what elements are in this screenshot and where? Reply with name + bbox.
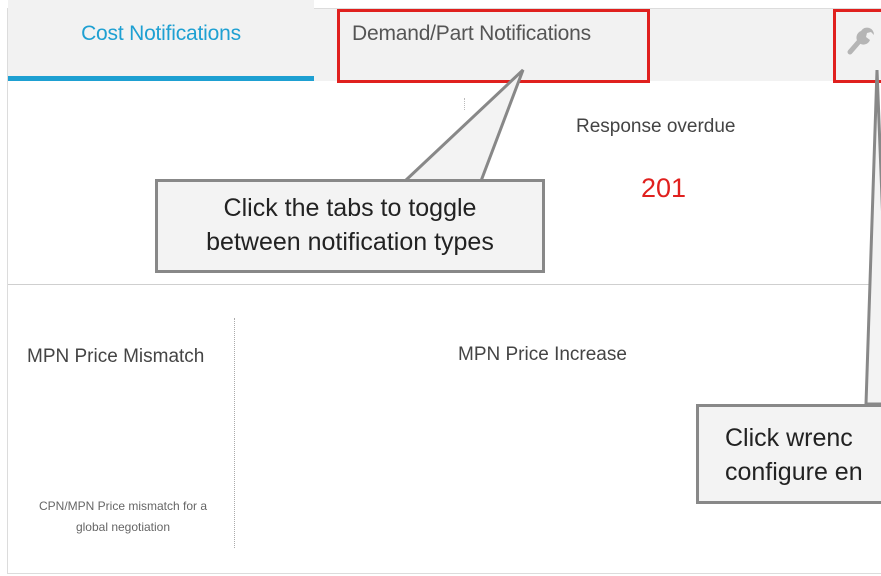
tabs-callout-line1: Click the tabs to toggle xyxy=(223,194,477,222)
wrench-callout-line1: Click wrenc xyxy=(725,424,853,452)
wrench-callout-pointer xyxy=(864,69,881,406)
tabs-callout-line2: between notification types xyxy=(206,228,494,256)
tabs-callout: Click the tabs to toggle between notific… xyxy=(155,179,545,273)
wrench-callout: Click wrenc configure en xyxy=(696,404,881,504)
tabs-callout-pointer xyxy=(401,68,525,183)
wrench-callout-line2: configure en xyxy=(725,458,863,486)
